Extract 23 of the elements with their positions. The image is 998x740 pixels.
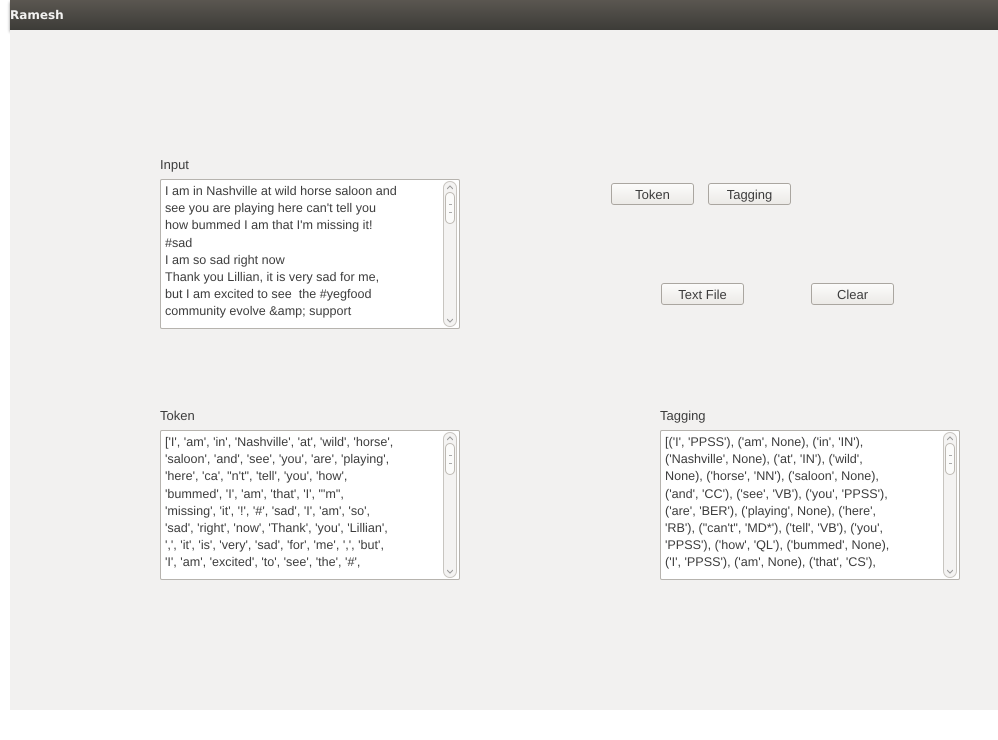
- scroll-thumb[interactable]: [445, 443, 455, 475]
- scrollbar[interactable]: [443, 181, 457, 327]
- field-label: Input: [160, 158, 189, 174]
- scroll-down-icon[interactable]: [947, 569, 953, 574]
- field-label: Token: [160, 409, 195, 425]
- scroll-down-icon[interactable]: [447, 569, 453, 574]
- scroll-up-icon[interactable]: [947, 436, 953, 441]
- token-output-area[interactable]: ['I', 'am', 'in', 'Nashville', 'at', 'wild', 'horse', 'saloon', 'and', 'see', 'you', 'are', 'playing', 'here', 'ca', "n't", 'tell', 'you', 'how', 'bummed', 'I', 'am', 'that', 'I', "'m", 'missing', 'it', '!', '#', 'sad', 'I', 'am', 'so', 'sad', 'right', 'now', 'Thank', 'you', 'Lillian', ',', 'it', 'is', 'very', 'sad', 'for', 'me', ',', 'but', 'I', 'am', 'excited', 'to', 'see', 'the', '#',: [160, 430, 460, 580]
- scroll-up-icon[interactable]: [447, 436, 453, 441]
- scroll-down-icon[interactable]: [447, 318, 453, 323]
- action-button[interactable]: Token: [611, 183, 694, 205]
- scrollbar[interactable]: [443, 432, 457, 578]
- action-button[interactable]: Clear: [811, 283, 894, 305]
- scroll-thumb[interactable]: [445, 192, 455, 224]
- scroll-up-icon[interactable]: [447, 185, 453, 190]
- window-title: Ramesh: [10, 8, 64, 22]
- field-label: Tagging: [660, 409, 706, 425]
- tagging-output-area[interactable]: [('I', 'PPSS'), ('am', None), ('in', 'IN'), ('Nashville', None), ('at', 'IN'), ('wild', None), ('horse', 'NN'), ('saloon', None), ('and', 'CC'), ('see', 'VB'), ('you', 'PPSS'), ('are', 'BER'), ('playing', None), ('here', 'RB'), ("can't", 'MD*'), ('tell', 'VB'), ('you', 'PPSS'), ('how', 'QL'), ('bummed', None), ('I', 'PPSS'), ('am', None), ('that', 'CS'),: [660, 430, 960, 580]
- action-button[interactable]: Tagging: [708, 183, 791, 205]
- scroll-thumb[interactable]: [945, 443, 955, 475]
- input-text-area[interactable]: I am in Nashville at wild horse saloon and see you are playing here can't tell you how bummed I am that I'm missing it! #sad I am so sad right now Thank you Lillian, it is very sad for me, but I am excited to see the #yegfood community evolve &amp; support: [160, 179, 460, 329]
- scrollbar[interactable]: [943, 432, 957, 578]
- action-button[interactable]: Text File: [661, 283, 744, 305]
